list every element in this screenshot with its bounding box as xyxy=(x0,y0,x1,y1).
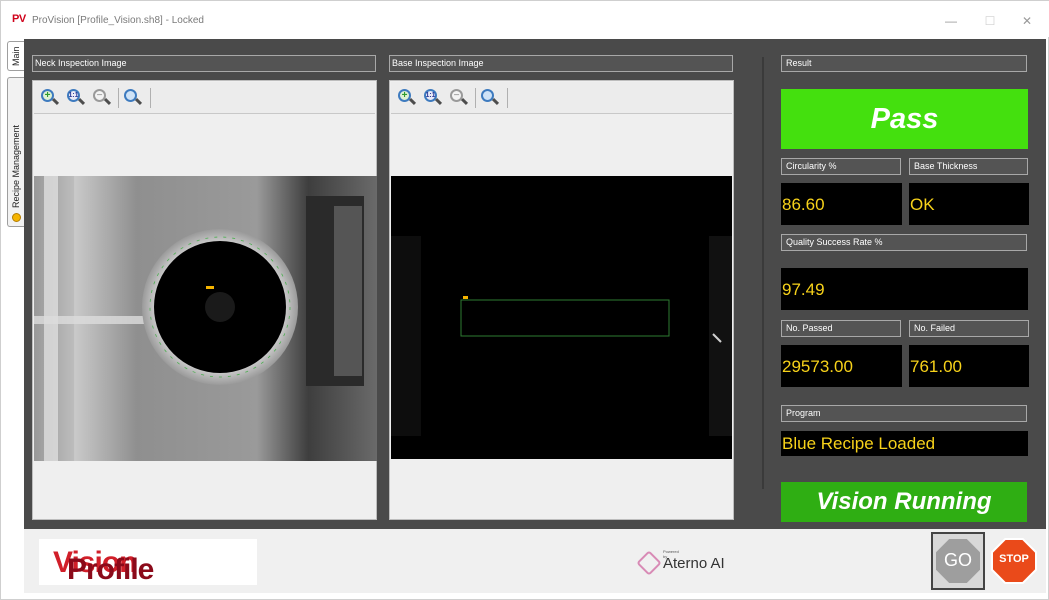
zoom-fit-icon[interactable]: 1:1 xyxy=(66,88,86,108)
go-label: GO xyxy=(943,550,972,570)
circularity-value: 86.60 xyxy=(781,183,902,225)
quality-success-label: Quality Success Rate % xyxy=(781,234,1027,251)
neck-inspection-label: Neck Inspection Image xyxy=(32,55,376,72)
go-button[interactable]: GO xyxy=(931,532,985,590)
zoom-fit-icon[interactable]: 1:1 xyxy=(423,88,443,108)
brand-part1: Profile xyxy=(67,553,154,586)
vision-running-status: Vision Running xyxy=(781,482,1027,522)
recipe-icon xyxy=(12,213,21,222)
base-thickness-value: OK xyxy=(909,183,1029,225)
program-label: Program xyxy=(781,405,1027,422)
quality-success-value: 97.49 xyxy=(781,268,1028,310)
base-inspection-image[interactable] xyxy=(391,176,732,459)
window-title: ProVision [Profile_Vision.sh8] - Locked xyxy=(32,15,204,26)
passed-label: No. Passed xyxy=(781,320,901,337)
minimize-button[interactable]: — xyxy=(937,11,965,31)
failed-label: No. Failed xyxy=(909,320,1029,337)
base-inspection-label: Base Inspection Image xyxy=(389,55,733,72)
zoom-reset-icon[interactable] xyxy=(480,88,500,108)
tab-main[interactable]: Main xyxy=(7,41,24,71)
tab-recipe-management[interactable]: Recipe Management xyxy=(7,77,24,227)
toolbar-separator xyxy=(150,88,151,108)
app-window: PV ProVision [Profile_Vision.sh8] - Lock… xyxy=(0,0,1049,600)
zoom-reset-icon[interactable] xyxy=(123,88,143,108)
side-tab-strip: Main Recipe Management xyxy=(5,39,24,595)
toolbar-separator xyxy=(507,88,508,108)
program-value: Blue Recipe Loaded xyxy=(781,431,1028,456)
footer-bar: Profile Vision Powered by Aterno AI GO ST… xyxy=(24,529,1046,593)
base-toolbar: + 1:1 − xyxy=(391,82,732,114)
toolbar-separator xyxy=(118,88,119,108)
failed-value: 761.00 xyxy=(909,345,1029,387)
base-thickness-label: Base Thickness xyxy=(909,158,1028,175)
result-label: Result xyxy=(781,55,1027,72)
stop-button[interactable]: STOP xyxy=(987,532,1042,590)
aterno-name: Aterno AI xyxy=(663,555,725,572)
stop-sign-icon: STOP xyxy=(991,538,1037,584)
close-button[interactable]: ✕ xyxy=(1013,11,1041,31)
main-panel: Neck Inspection Image + 1:1 − Base Inspe… xyxy=(24,39,1046,529)
zoom-in-icon[interactable]: + xyxy=(40,88,60,108)
circularity-label: Circularity % xyxy=(781,158,901,175)
stop-label: STOP xyxy=(999,553,1029,565)
panel-divider xyxy=(762,57,764,489)
zoom-in-icon[interactable]: + xyxy=(397,88,417,108)
profilevision-logo: Profile Vision xyxy=(39,539,257,586)
base-inspection-panel: + 1:1 − xyxy=(389,80,734,520)
neck-toolbar: + 1:1 − xyxy=(34,82,375,114)
maximize-button[interactable]: ☐ xyxy=(976,11,1004,31)
zoom-out-icon[interactable]: − xyxy=(92,88,112,108)
tab-main-label: Main xyxy=(11,46,21,66)
go-icon: GO xyxy=(936,539,980,583)
passed-value: 29573.00 xyxy=(781,345,902,387)
neck-inspection-panel: + 1:1 − xyxy=(32,80,377,520)
app-logo-icon: PV xyxy=(12,13,26,25)
zoom-out-icon[interactable]: − xyxy=(449,88,469,108)
result-status: Pass xyxy=(781,89,1028,149)
aterno-logo-icon xyxy=(636,550,662,576)
neck-inspection-image[interactable] xyxy=(34,176,377,461)
title-bar: PV ProVision [Profile_Vision.sh8] - Lock… xyxy=(1,1,1049,37)
tab-recipe-label: Recipe Management xyxy=(11,124,21,208)
toolbar-separator xyxy=(475,88,476,108)
